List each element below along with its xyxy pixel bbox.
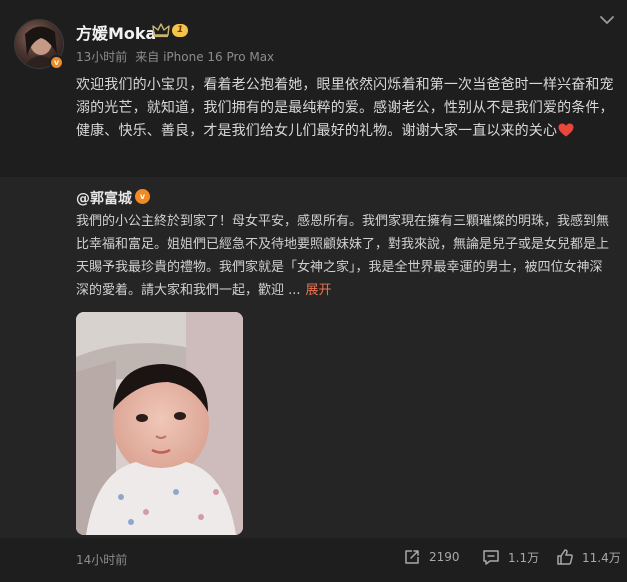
crown-icon <box>152 23 170 38</box>
post-time[interactable]: 13小时前 <box>76 50 127 64</box>
expand-link[interactable]: 展开 <box>306 283 332 298</box>
like-action[interactable]: 11.4万 <box>556 548 621 566</box>
share-icon <box>405 550 419 564</box>
like-button[interactable]: 11.4万 <box>556 545 621 569</box>
like-icon <box>557 549 573 565</box>
verified-icon: v <box>135 189 150 204</box>
share-count: 2190 <box>429 550 460 564</box>
post-text: 欢迎我们的小宝贝，看着老公抱着她，眼里依然闪烁着和第一次当爸爸时一样兴奋和宠溺的… <box>76 74 616 143</box>
post-text-content: 欢迎我们的小宝贝，看着老公抱着她，眼里依然闪烁着和第一次当爸爸时一样兴奋和宠溺的… <box>76 77 614 139</box>
share-action[interactable]: 2190 <box>403 548 460 566</box>
repost-photo[interactable] <box>76 312 243 535</box>
baby-photo <box>76 312 243 535</box>
level-badge: 1 <box>172 24 189 37</box>
repost-author[interactable]: @郭富城 <box>76 188 132 208</box>
comment-count: 1.1万 <box>508 550 540 565</box>
author-name[interactable]: 方媛Moka <box>76 20 156 44</box>
repost-card[interactable]: @郭富城 v 我們的小公主終於到家了！母女平安，感恩所有。我們家現在擁有三顆璀燦… <box>0 177 627 538</box>
post-source: 来自 iPhone 16 Pro Max <box>135 50 275 64</box>
comment-icon <box>483 550 499 565</box>
repost-text: 我們的小公主終於到家了！母女平安，感恩所有。我們家現在擁有三顆璀燦的明珠，我感到… <box>76 210 611 302</box>
verified-icon: v <box>49 55 64 70</box>
chevron-down-icon[interactable] <box>599 14 615 26</box>
comment-action[interactable]: 1.1万 <box>482 548 539 566</box>
like-count: 11.4万 <box>582 550 621 565</box>
heart-icon <box>558 123 574 137</box>
weibo-post: v 方媛Moka 1 13小时前 来自 iPhone 16 Pro Max 欢迎我… <box>0 0 627 582</box>
share-button[interactable]: 2190 <box>403 545 460 569</box>
repost-text-content: 我們的小公主終於到家了！母女平安，感恩所有。我們家現在擁有三顆璀燦的明珠，我感到… <box>76 214 610 298</box>
post-meta: 13小时前 来自 iPhone 16 Pro Max <box>76 48 274 65</box>
repost-time[interactable]: 14小时前 <box>76 551 127 568</box>
comment-button[interactable]: 1.1万 <box>482 545 539 569</box>
